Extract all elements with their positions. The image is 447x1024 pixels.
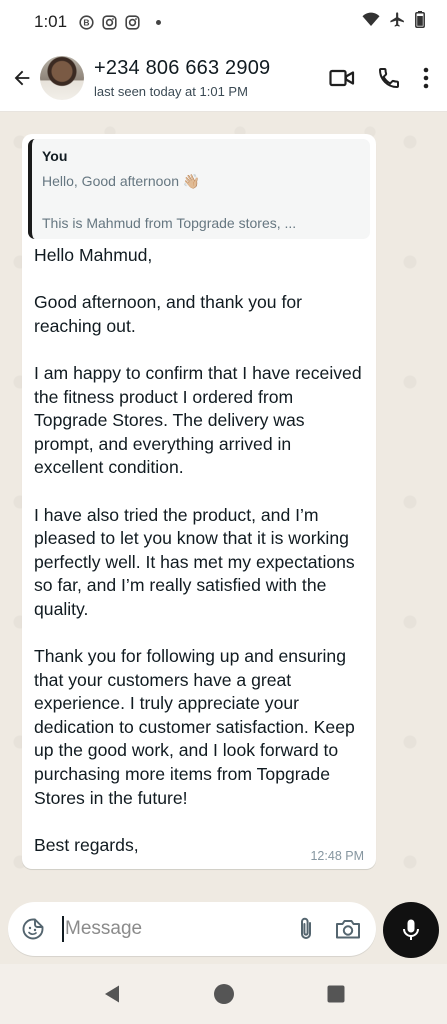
airplane-icon [389,11,406,33]
instagram-icon [102,14,117,30]
paperclip-icon [301,917,311,939]
wifi-icon [362,12,380,32]
nav-recents-button[interactable] [321,979,351,1009]
avatar[interactable] [40,55,84,100]
message-paragraph: Good afternoon, and thank you for reachi… [34,292,303,336]
chat-header: +234 806 663 2909 last seen today at 1:0… [0,44,447,112]
voice-call-button[interactable] [377,62,401,94]
sticker-icon [22,918,44,940]
message-paragraph: Thank you for following up and ensuring … [34,646,355,808]
circle-home-icon [213,984,234,1004]
more-options-button[interactable] [423,62,429,94]
composer [0,902,447,960]
more-options-icon [423,67,429,88]
message-paragraph: I am happy to confirm that I have receiv… [34,362,362,478]
status-bar: 1:01 B [0,0,447,44]
voice-call-icon [378,67,399,88]
svg-text:B: B [84,17,90,27]
system-navigation-bar [0,964,447,1024]
contact-info[interactable]: +234 806 663 2909 last seen today at 1:0… [94,57,270,99]
voice-message-button[interactable] [383,902,439,958]
notification-dot-icon [156,19,162,25]
message-text: Hello Mahmud, Good afternoon, and thank … [28,239,370,857]
back-arrow-icon [14,70,30,85]
video-call-button[interactable] [329,62,355,94]
camera-button[interactable] [326,902,370,956]
quoted-author: You [42,148,68,164]
message-timestamp: 12:48 PM [310,849,364,864]
triangle-back-icon [104,985,119,1003]
message-paragraph: I have also tried the product, and I’m p… [34,504,355,619]
status-time: 1:01 [34,12,68,31]
square-recents-icon [327,985,344,1003]
message-paragraph: Hello Mahmud, [34,245,153,265]
chat-area[interactable]: You Hello, Good afternoon 👋🏼 This is Mah… [0,112,447,902]
battery-icon [415,11,425,33]
back-button[interactable] [4,58,40,98]
contact-name: +234 806 663 2909 [94,56,271,79]
sticker-button[interactable] [8,902,58,956]
video-call-icon [329,69,355,86]
message-input-container[interactable] [8,902,376,956]
nav-back-button[interactable] [97,979,127,1009]
attach-button[interactable] [286,902,326,956]
camera-icon [336,920,360,939]
nav-home-button[interactable] [209,979,239,1009]
quoted-text-line: Hello, Good afternoon 👋🏼 [42,173,201,189]
message-input[interactable] [64,909,264,949]
b-circle-icon: B [79,14,94,30]
quoted-message[interactable]: You Hello, Good afternoon 👋🏼 This is Mah… [28,139,370,239]
microphone-icon [403,919,419,940]
message-bubble[interactable]: You Hello, Good afternoon 👋🏼 This is Mah… [22,134,376,870]
last-seen-status: last seen today at 1:01 PM [94,83,248,99]
instagram-icon [125,14,140,30]
quoted-text-line: This is Mahmud from Topgrade stores, ... [42,215,297,231]
